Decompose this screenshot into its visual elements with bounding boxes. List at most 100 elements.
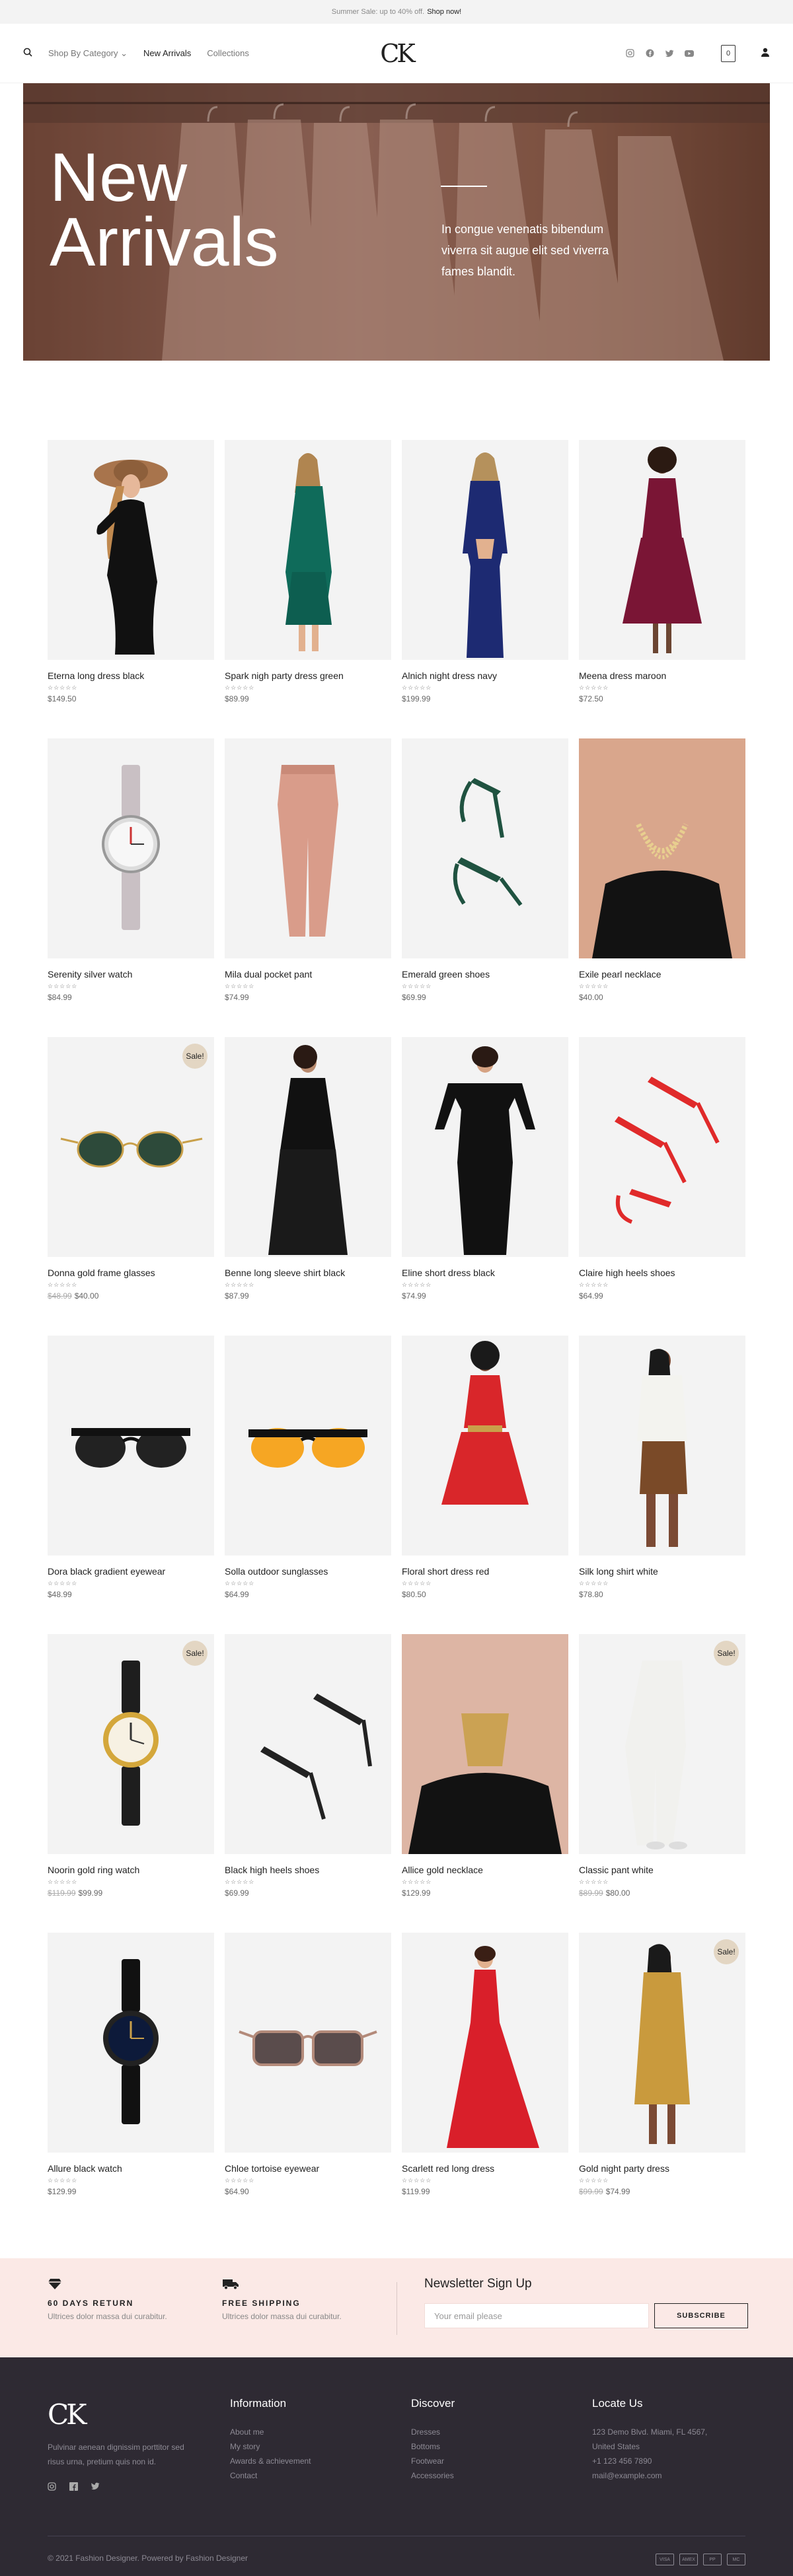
site-logo[interactable]: CK — [380, 39, 416, 68]
footer-link-dresses[interactable]: Dresses — [411, 2425, 455, 2439]
product-name[interactable]: Chloe tortoise eyewear — [225, 2163, 391, 2174]
product-card[interactable]: Black high heels shoes ☆☆☆☆☆ $69.99 — [225, 1634, 391, 1898]
product-name[interactable]: Eterna long dress black — [48, 670, 214, 681]
product-name[interactable]: Meena dress maroon — [579, 670, 745, 681]
facebook-icon[interactable] — [644, 48, 655, 59]
product-name[interactable]: Allice gold necklace — [402, 1865, 568, 1875]
footer-link-contact[interactable]: Contact — [230, 2468, 311, 2483]
product-card[interactable]: Serenity silver watch ☆☆☆☆☆ $84.99 — [48, 738, 214, 1002]
product-image[interactable] — [579, 1336, 745, 1556]
product-image[interactable] — [48, 1933, 214, 2153]
nav-new-arrivals[interactable]: New Arrivals — [143, 48, 191, 58]
product-card[interactable]: Sale! Donna gold frame glasses ☆☆☆☆☆ $48.99… — [48, 1037, 214, 1301]
product-image[interactable] — [402, 440, 568, 660]
product-card[interactable]: Mila dual pocket pant ☆☆☆☆☆ $74.99 — [225, 738, 391, 1002]
product-name[interactable]: Silk long shirt white — [579, 1566, 745, 1577]
product-image[interactable] — [579, 1037, 745, 1257]
product-name[interactable]: Alnich night dress navy — [402, 670, 568, 681]
product-name[interactable]: Floral short dress red — [402, 1566, 568, 1577]
nav-shop-by-category[interactable]: Shop By Category ⌄ — [48, 48, 128, 59]
product-image[interactable] — [225, 1933, 391, 2153]
product-card[interactable]: Floral short dress red ☆☆☆☆☆ $80.50 — [402, 1336, 568, 1599]
youtube-icon[interactable] — [684, 48, 695, 59]
instagram-icon[interactable] — [624, 48, 635, 59]
product-card[interactable]: Meena dress maroon ☆☆☆☆☆ $72.50 — [579, 440, 745, 703]
product-card[interactable]: Sale! Gold night party dress ☆☆☆☆☆ $99.99 $7… — [579, 1933, 745, 2196]
product-name[interactable]: Scarlett red long dress — [402, 2163, 568, 2174]
product-name[interactable]: Noorin gold ring watch — [48, 1865, 214, 1875]
product-image[interactable] — [225, 738, 391, 958]
product-name[interactable]: Classic pant white — [579, 1865, 745, 1875]
instagram-icon[interactable] — [48, 2482, 56, 2493]
product-name[interactable]: Claire high heels shoes — [579, 1268, 745, 1278]
product-image[interactable] — [579, 738, 745, 958]
product-name[interactable]: Emerald green shoes — [402, 969, 568, 980]
product-card[interactable]: Alnich night dress navy ☆☆☆☆☆ $199.99 — [402, 440, 568, 703]
product-image[interactable]: Sale! — [579, 1634, 745, 1854]
product-card[interactable]: Allure black watch ☆☆☆☆☆ $129.99 — [48, 1933, 214, 2196]
product-name[interactable]: Solla outdoor sunglasses — [225, 1566, 391, 1577]
product-card[interactable]: Eterna long dress black ☆☆☆☆☆ $149.50 — [48, 440, 214, 703]
product-card[interactable]: Scarlett red long dress ☆☆☆☆☆ $119.99 — [402, 1933, 568, 2196]
footer-link-bottoms[interactable]: Bottoms — [411, 2439, 455, 2454]
product-name[interactable]: Serenity silver watch — [48, 969, 214, 980]
product-card[interactable]: Eline short dress black ☆☆☆☆☆ $74.99 — [402, 1037, 568, 1301]
product-image[interactable] — [225, 1634, 391, 1854]
product-name[interactable]: Black high heels shoes — [225, 1865, 391, 1875]
nav-collections[interactable]: Collections — [207, 48, 249, 58]
product-card[interactable]: Benne long sleeve shirt black ☆☆☆☆☆ $87.99 — [225, 1037, 391, 1301]
product-name[interactable]: Gold night party dress — [579, 2163, 745, 2174]
product-image[interactable] — [225, 1037, 391, 1257]
product-image[interactable] — [402, 1336, 568, 1556]
product-card[interactable]: Claire high heels shoes ☆☆☆☆☆ $64.99 — [579, 1037, 745, 1301]
product-card[interactable]: Emerald green shoes ☆☆☆☆☆ $69.99 — [402, 738, 568, 1002]
twitter-icon[interactable] — [91, 2482, 100, 2493]
product-image[interactable]: Sale! — [48, 1634, 214, 1854]
product-image[interactable] — [48, 738, 214, 958]
product-name[interactable]: Eline short dress black — [402, 1268, 568, 1278]
product-card[interactable]: Silk long shirt white ☆☆☆☆☆ $78.80 — [579, 1336, 745, 1599]
product-name[interactable]: Dora black gradient eyewear — [48, 1566, 214, 1577]
product-card[interactable]: Dora black gradient eyewear ☆☆☆☆☆ $48.99 — [48, 1336, 214, 1599]
footer-logo[interactable]: CK — [48, 2398, 193, 2431]
product-card[interactable]: Sale! Classic pant white ☆☆☆☆☆ $89.99 $80.00 — [579, 1634, 745, 1898]
footer-link-story[interactable]: My story — [230, 2439, 311, 2454]
product-image[interactable] — [48, 1336, 214, 1556]
subscribe-button[interactable]: SUBSCRIBE — [654, 2303, 748, 2328]
product-image[interactable]: Sale! — [48, 1037, 214, 1257]
product-image[interactable] — [225, 440, 391, 660]
product-image[interactable]: Sale! — [579, 1933, 745, 2153]
newsletter-email-input[interactable]: Your email please — [424, 2303, 649, 2328]
product-image[interactable] — [402, 1037, 568, 1257]
user-account-icon[interactable] — [761, 48, 770, 59]
product-name[interactable]: Spark nigh party dress green — [225, 670, 391, 681]
footer-link-awards[interactable]: Awards & achievement — [230, 2454, 311, 2468]
product-name[interactable]: Mila dual pocket pant — [225, 969, 391, 980]
search-icon[interactable] — [23, 48, 32, 59]
footer-link-about[interactable]: About me — [230, 2425, 311, 2439]
product-card[interactable]: Allice gold necklace ☆☆☆☆☆ $129.99 — [402, 1634, 568, 1898]
product-image[interactable] — [402, 738, 568, 958]
footer-link-accessories[interactable]: Accessories — [411, 2468, 455, 2483]
product-name[interactable]: Benne long sleeve shirt black — [225, 1268, 391, 1278]
product-image[interactable] — [48, 440, 214, 660]
cart-icon[interactable]: 0 — [721, 44, 736, 62]
footer-link-footwear[interactable]: Footwear — [411, 2454, 455, 2468]
product-image[interactable] — [402, 1933, 568, 2153]
footer-email[interactable]: mail@example.com — [592, 2468, 707, 2483]
product-name[interactable]: Exile pearl necklace — [579, 969, 745, 980]
product-image[interactable] — [402, 1634, 568, 1854]
product-card[interactable]: Sale! Noorin gold ring watch ☆☆☆☆☆ $119.99 $… — [48, 1634, 214, 1898]
product-card[interactable]: Solla outdoor sunglasses ☆☆☆☆☆ $64.99 — [225, 1336, 391, 1599]
product-name[interactable]: Allure black watch — [48, 2163, 214, 2174]
product-image[interactable] — [225, 1336, 391, 1556]
product-card[interactable]: Chloe tortoise eyewear ☆☆☆☆☆ $64.90 — [225, 1933, 391, 2196]
facebook-icon[interactable] — [69, 2482, 78, 2493]
product-card[interactable]: Exile pearl necklace ☆☆☆☆☆ $40.00 — [579, 738, 745, 1002]
footer-phone[interactable]: +1 123 456 7890 — [592, 2454, 707, 2468]
shop-now-link[interactable]: Shop now! — [427, 8, 461, 16]
product-name[interactable]: Donna gold frame glasses — [48, 1268, 214, 1278]
twitter-icon[interactable] — [664, 48, 675, 59]
product-image[interactable] — [579, 440, 745, 660]
product-card[interactable]: Spark nigh party dress green ☆☆☆☆☆ $89.99 — [225, 440, 391, 703]
